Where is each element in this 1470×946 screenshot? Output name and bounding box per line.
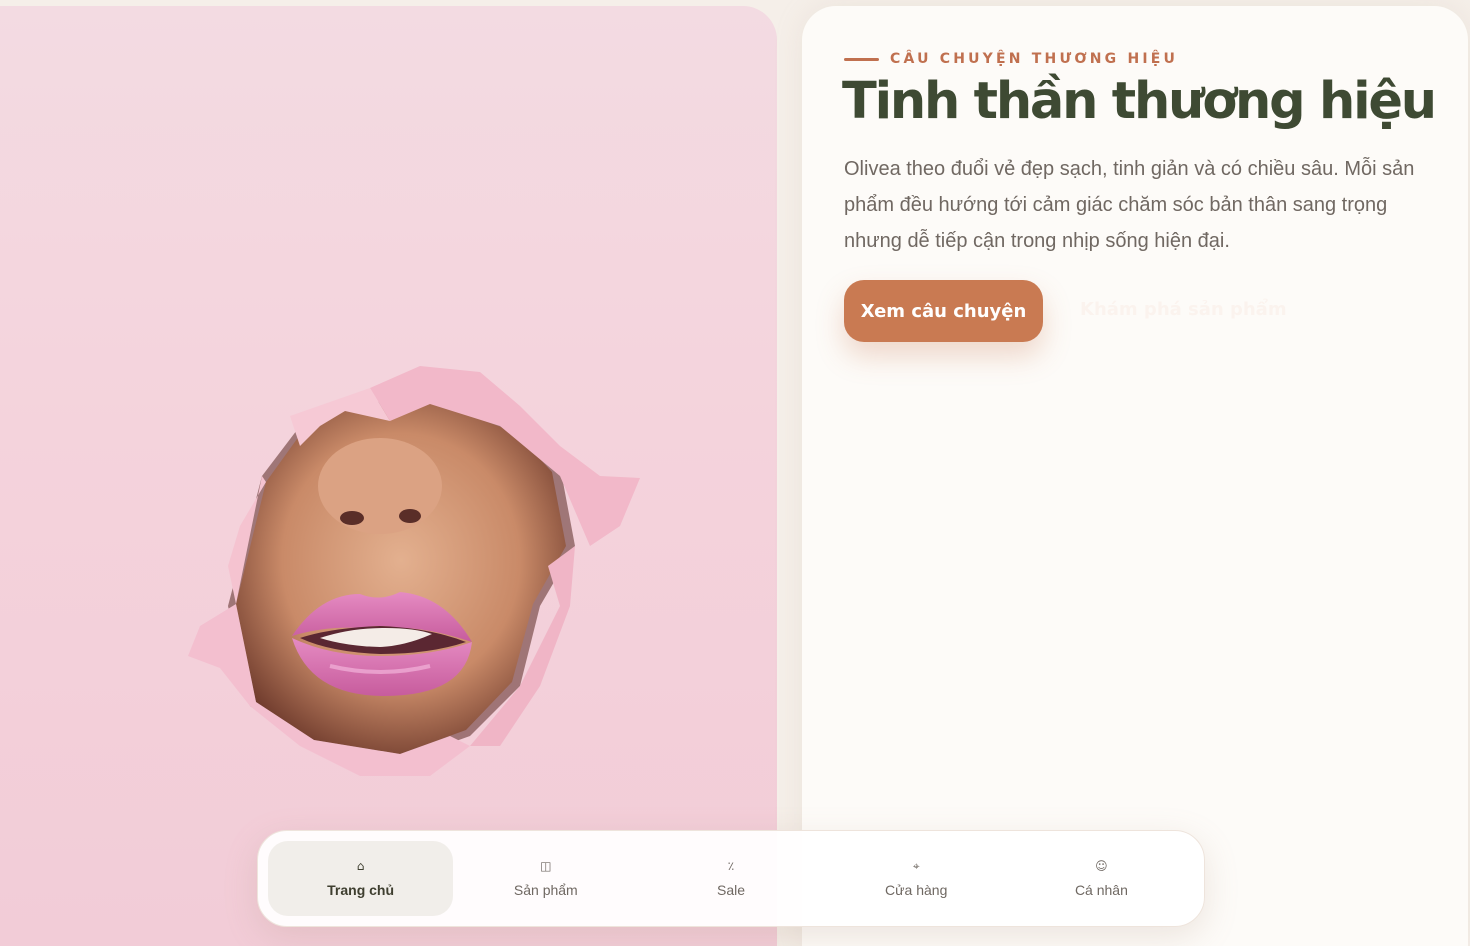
eyebrow-text: Câu chuyện thương hiệu: [890, 51, 1179, 67]
percent-icon: ٪: [727, 859, 735, 873]
nav-item-profile[interactable]: ☺ Cá nhân: [1009, 841, 1194, 916]
brand-description: Olivea theo đuổi vẻ đẹp sạch, tinh giản …: [844, 158, 1415, 252]
nav-label-stores: Cửa hàng: [885, 882, 948, 898]
brand-story-card: Câu chuyện thương hiệu Tinh thần thương …: [802, 6, 1468, 946]
explore-products-link[interactable]: Khám phá sản phẩm: [1080, 299, 1287, 320]
user-icon: ☺: [1095, 859, 1108, 873]
nav-item-products[interactable]: ◫ Sản phẩm: [453, 841, 638, 916]
home-icon: ⌂: [356, 859, 365, 873]
nav-label-profile: Cá nhân: [1074, 882, 1128, 898]
nav-label-home: Trang chủ: [327, 882, 395, 898]
nav-label-sale: Sale: [716, 882, 746, 898]
hero-image: [0, 6, 777, 946]
view-story-button[interactable]: Xem câu chuyện: [844, 280, 1043, 342]
eyebrow-line: [844, 57, 879, 61]
nav-item-stores[interactable]: ⌖ Cửa hàng: [824, 841, 1009, 916]
nav-label-products: Sản phẩm: [513, 882, 578, 898]
torn-paper-lips-illustration: [188, 366, 640, 776]
location-pin-icon: ⌖: [912, 859, 920, 873]
section-eyebrow: Câu chuyện thương hiệu: [844, 51, 1178, 67]
nav-item-sale[interactable]: ٪ Sale: [638, 841, 823, 916]
book-icon: ◫: [540, 859, 552, 873]
bottom-navigation: ⌂ Trang chủ ◫ Sản phẩm ٪ Sale ⌖ Cửa hàng…: [257, 830, 1205, 927]
page-title: Tinh thần thương hiệu: [842, 72, 1437, 131]
nav-item-home[interactable]: ⌂ Trang chủ: [268, 841, 454, 916]
